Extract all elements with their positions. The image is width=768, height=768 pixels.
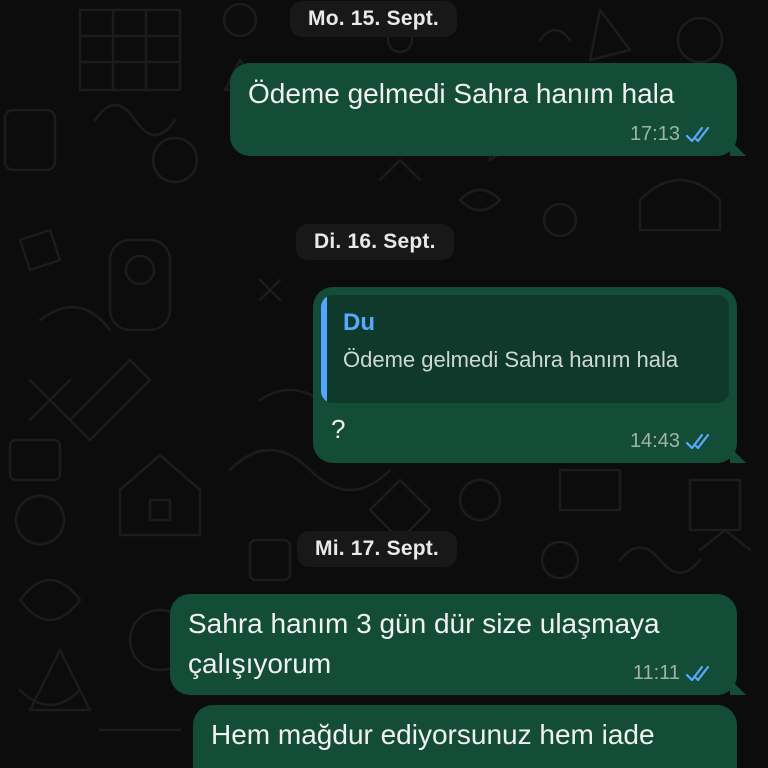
message-text: ? <box>331 414 346 444</box>
double-check-read-icon <box>685 126 710 142</box>
message-text-line: Sahra hanım 3 gün dür size ulaşmaya <box>188 608 660 639</box>
message-text-line: çalışıyorum <box>188 648 332 679</box>
message-time: 17:13 <box>629 123 680 145</box>
chat-view[interactable]: Mo. 15. Sept. Ödeme gelmedi Sahra hanım … <box>0 0 768 768</box>
outgoing-message[interactable]: Hem mağdur ediyorsunuz hem iade <box>193 705 737 768</box>
date-separator: Mi. 17. Sept. <box>297 531 457 567</box>
message-time: 11:11 <box>632 662 680 684</box>
date-separator: Mo. 15. Sept. <box>290 1 457 37</box>
message-text: Ödeme gelmedi Sahra hanım hala <box>248 78 675 109</box>
message-time: 14:43 <box>629 430 680 452</box>
double-check-read-icon <box>685 665 710 681</box>
message-text: Hem mağdur ediyorsunuz hem iade <box>211 719 655 750</box>
double-check-read-icon <box>685 433 710 449</box>
outgoing-message[interactable]: Ödeme gelmedi Sahra hanım hala 17:13 <box>230 63 746 156</box>
quoted-message[interactable]: Du Ödeme gelmedi Sahra hanım hala <box>321 295 729 403</box>
quote-accent-bar <box>321 295 327 403</box>
quote-text: Ödeme gelmedi Sahra hanım hala <box>343 347 679 372</box>
message-meta: 11:11 <box>633 662 715 685</box>
outgoing-message[interactable]: Sahra hanım 3 gün dür size ulaşmaya çalı… <box>170 594 746 695</box>
message-meta: 14:43 <box>630 430 715 453</box>
message-meta: 17:13 <box>630 123 715 146</box>
date-separator: Di. 16. Sept. <box>296 224 454 260</box>
quote-author: Du <box>343 309 375 336</box>
outgoing-message[interactable]: Du Ödeme gelmedi Sahra hanım hala ? 14:4… <box>313 287 746 463</box>
